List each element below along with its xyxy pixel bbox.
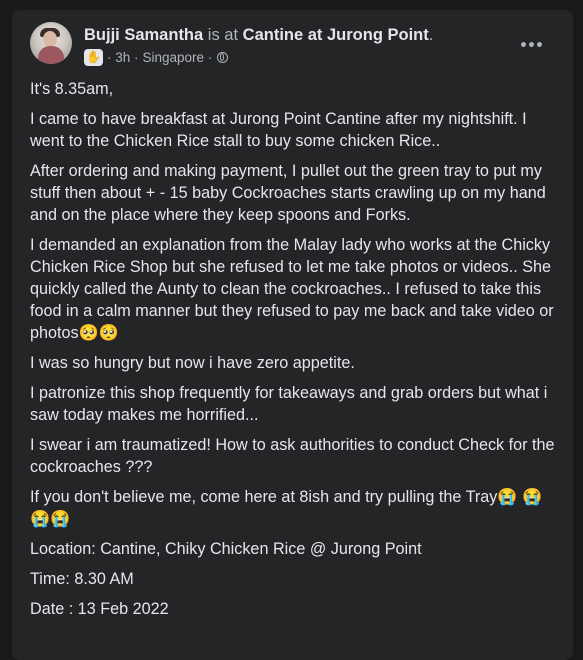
avatar-face xyxy=(43,31,57,47)
post-paragraph: I was so hungry but now i have zero appe… xyxy=(30,354,355,372)
globe-icon[interactable] xyxy=(217,51,229,63)
author-line: Bujji Samantha is at Cantine at Jurong P… xyxy=(84,24,433,46)
post-place: Singapore · xyxy=(142,49,213,65)
post-paragraph: I demanded an explanation from the Malay… xyxy=(30,236,554,342)
post-paragraph: I patronize this shop frequently for tak… xyxy=(30,384,548,424)
waving-hand-icon: ✋ xyxy=(84,48,103,66)
post-paragraph: Location: Cantine, Chiky Chicken Rice @ … xyxy=(30,540,422,558)
post-paragraph: I came to have breakfast at Jurong Point… xyxy=(30,110,527,150)
post-meta: ✋ · 3h · Singapore · xyxy=(84,48,229,66)
post-paragraph: I swear i am traumatized! How to ask aut… xyxy=(30,436,555,476)
more-options-button[interactable] xyxy=(513,30,549,58)
period-text: . xyxy=(428,26,434,44)
checkin-location[interactable]: Cantine at Jurong Point xyxy=(243,26,429,44)
is-at-text: is at xyxy=(207,26,239,44)
post-body: It's 8.35am, I came to have breakfast at… xyxy=(30,78,560,628)
avatar[interactable] xyxy=(30,22,72,64)
avatar-body xyxy=(38,46,64,64)
more-options-icon xyxy=(520,41,542,47)
post-paragraph: If you don't believe me, come here at 8i… xyxy=(30,488,543,528)
post-paragraph: After ordering and making payment, I pul… xyxy=(30,162,546,224)
post-paragraph: Time: 8.30 AM xyxy=(30,570,134,588)
author-name[interactable]: Bujji Samantha xyxy=(84,26,203,44)
post-time[interactable]: · 3h · xyxy=(107,50,139,65)
post-header: Bujji Samantha is at Cantine at Jurong P… xyxy=(30,22,557,72)
post-paragraph: Date : 13 Feb 2022 xyxy=(30,600,169,618)
post-card: Bujji Samantha is at Cantine at Jurong P… xyxy=(12,10,573,660)
post-paragraph: It's 8.35am, xyxy=(30,80,114,98)
